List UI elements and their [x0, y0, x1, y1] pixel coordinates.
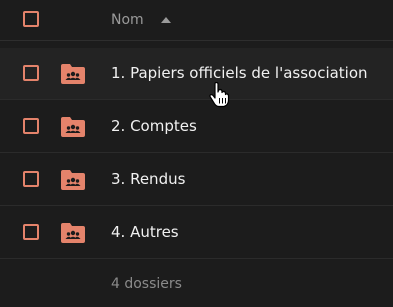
shared-folder-icon	[61, 170, 85, 190]
folder-name[interactable]: 2. Comptes	[111, 116, 197, 136]
folder-name[interactable]: 1. Papiers officiels de l'association	[111, 63, 368, 83]
file-list: Nom 1. Papiers officiels de l'associatio…	[0, 0, 393, 307]
sort-ascending-icon[interactable]	[160, 15, 172, 25]
shared-folder-icon	[61, 223, 85, 243]
row-checkbox[interactable]	[23, 171, 39, 187]
row-checkbox[interactable]	[23, 224, 39, 240]
shared-folder-icon	[61, 64, 85, 84]
folder-name[interactable]: 4. Autres	[111, 222, 179, 242]
name-column-header[interactable]: Nom	[111, 10, 144, 30]
folder-row[interactable]: 1. Papiers officiels de l'association	[0, 48, 393, 100]
folder-row[interactable]: 4. Autres	[0, 207, 393, 259]
shared-folder-icon	[61, 117, 85, 137]
folder-count: 4 dossiers	[111, 276, 182, 292]
row-checkbox[interactable]	[23, 65, 39, 81]
folder-row[interactable]: 2. Comptes	[0, 101, 393, 153]
hand-pointer-cursor-icon	[209, 82, 230, 108]
folder-name[interactable]: 3. Rendus	[111, 169, 185, 189]
row-checkbox[interactable]	[23, 118, 39, 134]
folder-row[interactable]: 3. Rendus	[0, 154, 393, 206]
select-all-checkbox[interactable]	[23, 11, 39, 27]
list-header: Nom	[0, 0, 393, 41]
